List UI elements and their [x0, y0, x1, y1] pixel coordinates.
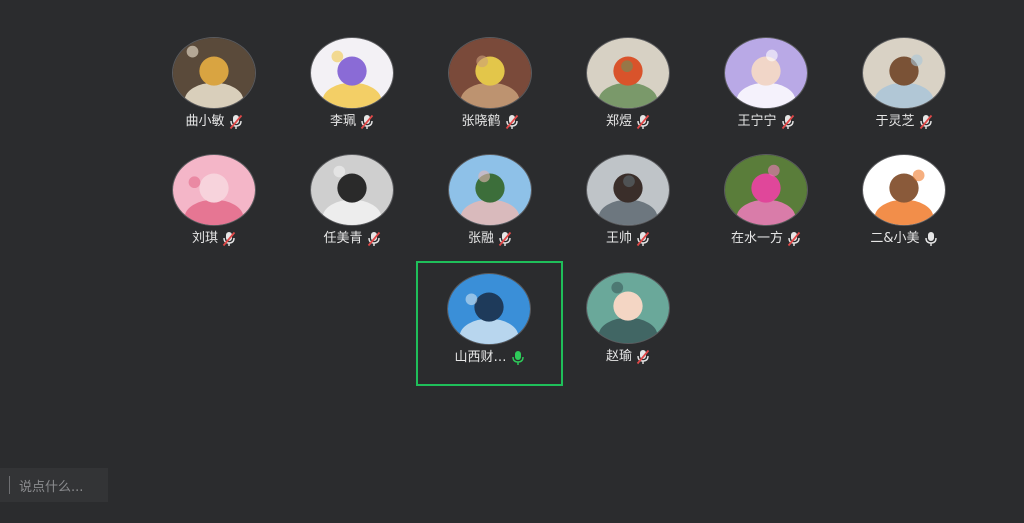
mic-muted-icon	[229, 114, 243, 130]
participant-label-row: 曲小敏	[145, 114, 283, 130]
participant-tile[interactable]: 刘琪	[145, 154, 283, 272]
participant-name: 王宁宁	[737, 114, 777, 129]
participant-tile[interactable]: 任美青	[283, 154, 421, 272]
participant-name: 郑煜	[605, 114, 632, 129]
participant-avatar[interactable]	[447, 273, 531, 345]
participant-label-row: 王宁宁	[697, 114, 835, 130]
participant-avatar[interactable]	[448, 154, 532, 226]
participant-tile[interactable]: 山西财…	[416, 261, 563, 386]
meeting-stage: 曲小敏 李珮 张晓鹤 郑煜 王宁宁 于灵芝 刘琪 任美青 张融 王帅 在水一方 …	[0, 0, 1024, 523]
mic-muted-icon	[636, 349, 650, 365]
participant-tile[interactable]: 王帅	[559, 154, 697, 272]
participant-label-row: 张融	[421, 231, 559, 247]
participant-name: 二&小美	[870, 231, 920, 246]
participant-label-row: 于灵芝	[835, 114, 973, 130]
participant-label-row: 王帅	[559, 231, 697, 247]
mic-muted-icon	[787, 231, 801, 247]
participant-tile[interactable]: 在水一方	[697, 154, 835, 272]
participant-name: 王帅	[605, 231, 632, 246]
participant-tile[interactable]: 郑煜	[559, 37, 697, 155]
participant-tile[interactable]: 于灵芝	[835, 37, 973, 155]
participant-label-row: 张晓鹤	[421, 114, 559, 130]
chat-cursor	[9, 476, 10, 494]
participant-label-row: 刘琪	[145, 231, 283, 247]
participant-avatar[interactable]	[724, 37, 808, 109]
mic-muted-icon	[781, 114, 795, 130]
participant-avatar[interactable]	[172, 37, 256, 109]
participant-tile[interactable]: 赵瑜	[559, 272, 697, 390]
participant-avatar[interactable]	[310, 154, 394, 226]
participant-name: 赵瑜	[605, 349, 632, 364]
mic-icon	[511, 350, 525, 366]
participant-name: 曲小敏	[185, 114, 225, 129]
participant-name: 李珮	[329, 114, 356, 129]
participant-avatar[interactable]	[310, 37, 394, 109]
participant-label-row: 赵瑜	[559, 349, 697, 365]
participant-name: 于灵芝	[875, 114, 915, 129]
participant-avatar[interactable]	[448, 37, 532, 109]
participant-avatar[interactable]	[586, 154, 670, 226]
participant-label-row: 二&小美	[835, 231, 973, 247]
participant-label-row: 在水一方	[697, 231, 835, 247]
participant-avatar[interactable]	[172, 154, 256, 226]
participant-tile[interactable]: 张融	[421, 154, 559, 272]
participant-label-row: 任美青	[283, 231, 421, 247]
mic-muted-icon	[636, 231, 650, 247]
participant-name: 在水一方	[730, 231, 783, 246]
participant-avatar[interactable]	[862, 154, 946, 226]
participant-tile[interactable]: 张晓鹤	[421, 37, 559, 155]
participant-label-row: 郑煜	[559, 114, 697, 130]
participant-avatar[interactable]	[586, 272, 670, 344]
participant-tile[interactable]: 王宁宁	[697, 37, 835, 155]
participant-label-row: 山西财…	[418, 350, 561, 366]
participant-avatar[interactable]	[862, 37, 946, 109]
mic-muted-icon	[367, 231, 381, 247]
mic-muted-icon	[636, 114, 650, 130]
chat-placeholder: 说点什么...	[19, 479, 84, 495]
participant-tile[interactable]: 曲小敏	[145, 37, 283, 155]
participant-avatar[interactable]	[586, 37, 670, 109]
participant-label-row: 李珮	[283, 114, 421, 130]
participant-name: 张融	[467, 231, 494, 246]
participant-tile[interactable]: 二&小美	[835, 154, 973, 272]
participant-name: 张晓鹤	[461, 114, 501, 129]
mic-muted-icon	[222, 231, 236, 247]
participant-avatar[interactable]	[724, 154, 808, 226]
participant-name: 刘琪	[191, 231, 218, 246]
participant-tile[interactable]: 李珮	[283, 37, 421, 155]
mic-icon	[924, 231, 938, 247]
mic-muted-icon	[919, 114, 933, 130]
mic-muted-icon	[360, 114, 374, 130]
chat-input[interactable]: 说点什么...	[0, 468, 108, 502]
participant-name: 山西财…	[454, 350, 507, 365]
mic-muted-icon	[505, 114, 519, 130]
mic-muted-icon	[498, 231, 512, 247]
participant-name: 任美青	[323, 231, 363, 246]
